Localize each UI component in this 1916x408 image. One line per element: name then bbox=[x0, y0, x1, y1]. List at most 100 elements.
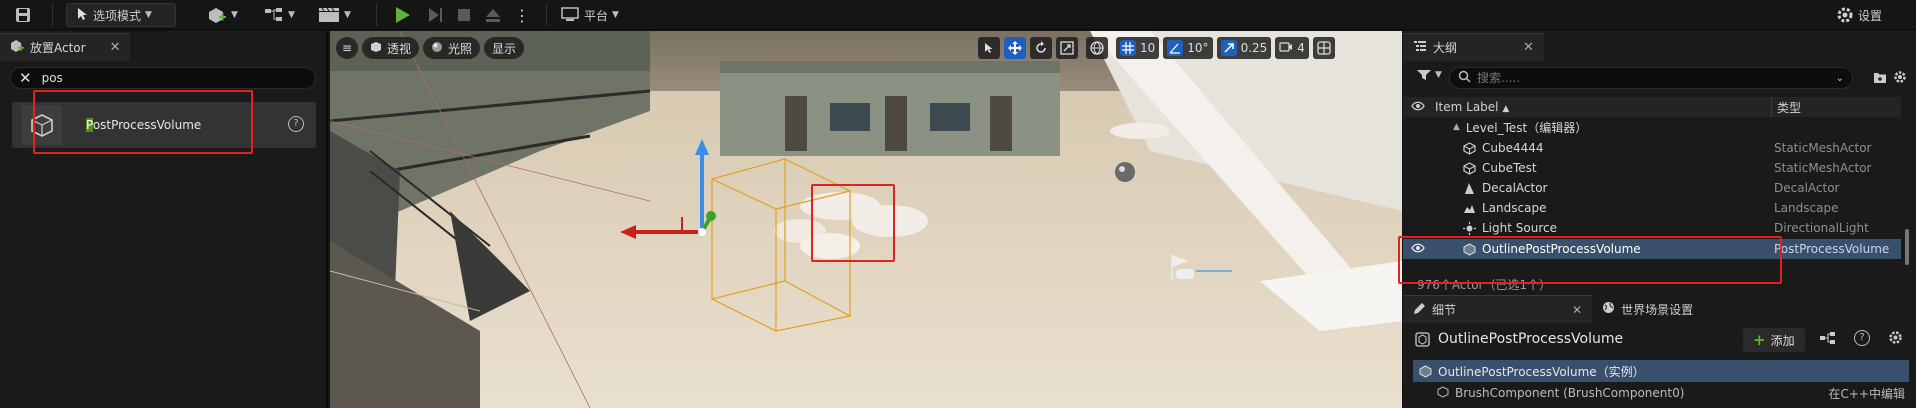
cube-icon bbox=[370, 41, 382, 56]
actor-search-box: ✕ bbox=[10, 67, 316, 89]
row-label: Landscape bbox=[1482, 201, 1547, 215]
place-actor-icon bbox=[10, 39, 24, 56]
chevron-down-icon[interactable]: ⌄ bbox=[1836, 73, 1844, 84]
clear-search-icon[interactable]: ✕ bbox=[19, 69, 32, 87]
close-icon[interactable]: ✕ bbox=[1523, 40, 1534, 55]
scale-tool-icon[interactable] bbox=[1056, 37, 1078, 59]
cinematics-button[interactable]: ▼ bbox=[318, 3, 351, 27]
row-type: DecalActor bbox=[1774, 181, 1840, 195]
mode-label: 选项模式 bbox=[93, 8, 142, 23]
gear-icon[interactable] bbox=[1893, 70, 1907, 87]
grid-snap-button[interactable]: 10 bbox=[1116, 37, 1160, 59]
level-viewport[interactable]: ≡ 透视 光照 显示 10 10° 0.25 4 bbox=[330, 31, 1402, 408]
actor-search-input[interactable] bbox=[41, 71, 282, 85]
row-label: CubeTest bbox=[1482, 161, 1537, 175]
actor-result-item[interactable]: PostProcessVolume ? bbox=[12, 102, 316, 148]
blueprint-hierarchy-icon[interactable] bbox=[1819, 331, 1837, 348]
tab-place-actor[interactable]: 放置Actor ✕ bbox=[0, 33, 131, 61]
add-actor-button[interactable]: ▼ bbox=[207, 3, 238, 27]
viewport-toolbar-left: ≡ 透视 光照 显示 bbox=[336, 37, 525, 59]
rotation-snap-button[interactable]: 10° bbox=[1163, 37, 1213, 59]
save-icon[interactable] bbox=[14, 3, 32, 27]
static-mesh-icon bbox=[1463, 141, 1476, 155]
chevron-down-icon: ▼ bbox=[145, 10, 152, 20]
viewport-layout-icon[interactable] bbox=[1312, 37, 1335, 59]
volume-icon bbox=[22, 105, 62, 145]
translate-tool-icon[interactable] bbox=[1004, 37, 1026, 59]
chevron-down-icon: ▼ bbox=[231, 10, 238, 20]
sort-asc-icon: ▲ bbox=[1502, 104, 1510, 114]
tab-details[interactable]: 细节 ✕ bbox=[1403, 295, 1593, 323]
close-icon[interactable]: ✕ bbox=[1572, 303, 1582, 317]
lighting-button[interactable]: 光照 bbox=[423, 37, 481, 59]
world-space-icon[interactable] bbox=[1086, 37, 1108, 59]
outliner-row[interactable]: DecalActor DecalActor bbox=[1403, 178, 1901, 198]
component-row[interactable]: BrushComponent (BrushComponent0) 在C++中编辑 bbox=[1413, 383, 1909, 403]
add-label: 添加 bbox=[1770, 333, 1795, 348]
settings-label: 设置 bbox=[1858, 8, 1883, 23]
right-panel: 大纲 ✕ ▼ ⌄ Item Label ▲ 类型 ▲ Level_Test（编辑 bbox=[1403, 31, 1916, 408]
outliner-scrollbar[interactable] bbox=[1905, 229, 1909, 265]
viewport-menu-icon[interactable]: ≡ bbox=[336, 37, 358, 59]
outliner-row[interactable]: Light Source DirectionalLight bbox=[1403, 218, 1901, 238]
tab-label: 世界场景设置 bbox=[1621, 302, 1694, 317]
platform-icon bbox=[561, 7, 579, 21]
mode-selector[interactable]: 选项模式 ▼ bbox=[66, 3, 176, 27]
perspective-button[interactable]: 透视 bbox=[362, 37, 420, 59]
collapse-arrow-icon[interactable]: ▲ bbox=[1453, 122, 1460, 132]
camera-speed-button[interactable]: 4 bbox=[1275, 37, 1309, 59]
column-item-label[interactable]: Item Label ▲ bbox=[1435, 100, 1509, 114]
show-button[interactable]: 显示 bbox=[484, 37, 525, 59]
tab-outliner[interactable]: 大纲 ✕ bbox=[1403, 33, 1544, 61]
details-tabbar: 细节 ✕ 世界场景设置 bbox=[1403, 295, 1916, 323]
level-row[interactable]: ▲ Level_Test（编辑器） bbox=[1403, 117, 1901, 137]
gear-icon[interactable] bbox=[1888, 330, 1903, 348]
camera-icon bbox=[1279, 41, 1293, 56]
outliner-row-selected[interactable]: OutlinePostProcessVolume PostProcessVolu… bbox=[1403, 239, 1901, 259]
volume-icon bbox=[1419, 364, 1432, 378]
outliner-header: Item Label ▲ 类型 bbox=[1403, 97, 1901, 117]
rotate-tool-icon[interactable] bbox=[1030, 37, 1052, 59]
select-tool-icon[interactable] bbox=[978, 37, 1000, 59]
outliner-row[interactable]: CubeTest StaticMeshActor bbox=[1403, 158, 1901, 178]
blueprint-button[interactable]: ▼ bbox=[264, 3, 295, 27]
details-actor-header: OutlinePostProcessVolume bbox=[1415, 331, 1623, 347]
toolbar-divider bbox=[546, 4, 547, 26]
outliner-search-input[interactable] bbox=[1477, 71, 1817, 85]
stop-icon[interactable] bbox=[456, 3, 472, 27]
sphere-icon bbox=[431, 41, 443, 56]
lighting-label: 光照 bbox=[448, 41, 473, 56]
filter-icon bbox=[1417, 70, 1431, 80]
eye-icon[interactable] bbox=[1411, 242, 1425, 256]
platform-button[interactable]: 平台 ▼ bbox=[560, 3, 619, 27]
eye-icon[interactable] bbox=[1411, 100, 1425, 114]
outliner-row[interactable]: Cube4444 StaticMeshActor bbox=[1403, 138, 1901, 158]
play-options-icon[interactable]: ⋮ bbox=[514, 3, 530, 27]
close-icon[interactable]: ✕ bbox=[110, 40, 121, 55]
tab-label: 放置Actor bbox=[30, 41, 86, 55]
add-folder-icon[interactable] bbox=[1873, 71, 1887, 87]
play-button[interactable] bbox=[392, 3, 412, 27]
help-icon[interactable]: ? bbox=[288, 116, 304, 132]
column-type[interactable]: 类型 bbox=[1777, 99, 1801, 116]
filter-button[interactable]: ▼ bbox=[1417, 69, 1442, 81]
details-actor-name: OutlinePostProcessVolume bbox=[1438, 331, 1624, 347]
help-icon[interactable]: ? bbox=[1854, 330, 1870, 346]
viewport-toolbar-right: 10 10° 0.25 4 bbox=[978, 37, 1335, 59]
search-icon bbox=[1458, 70, 1471, 86]
tab-label: 细节 bbox=[1432, 303, 1457, 317]
outliner-row[interactable]: Landscape Landscape bbox=[1403, 198, 1901, 218]
main-toolbar: 选项模式 ▼ ▼ ▼ ▼ ⋮ 平台 ▼ 设置 bbox=[0, 0, 1916, 30]
play-step-icon[interactable] bbox=[426, 3, 444, 27]
instance-row[interactable]: OutlinePostProcessVolume（实例） bbox=[1413, 360, 1909, 382]
eject-icon[interactable] bbox=[484, 3, 502, 27]
add-component-button[interactable]: + 添加 bbox=[1743, 328, 1805, 352]
column-item-label-text: Item Label bbox=[1435, 100, 1499, 114]
scene-render bbox=[330, 31, 1402, 408]
settings-button[interactable]: 设置 bbox=[1836, 3, 1882, 27]
actor-result-rest: ostProcessVolume bbox=[92, 118, 202, 132]
tab-world-settings[interactable]: 世界场景设置 bbox=[1592, 295, 1703, 323]
scale-snap-value: 0.25 bbox=[1240, 41, 1268, 55]
scale-snap-button[interactable]: 0.25 bbox=[1216, 37, 1272, 59]
edit-in-cpp-link[interactable]: 在C++中编辑 bbox=[1829, 385, 1906, 402]
